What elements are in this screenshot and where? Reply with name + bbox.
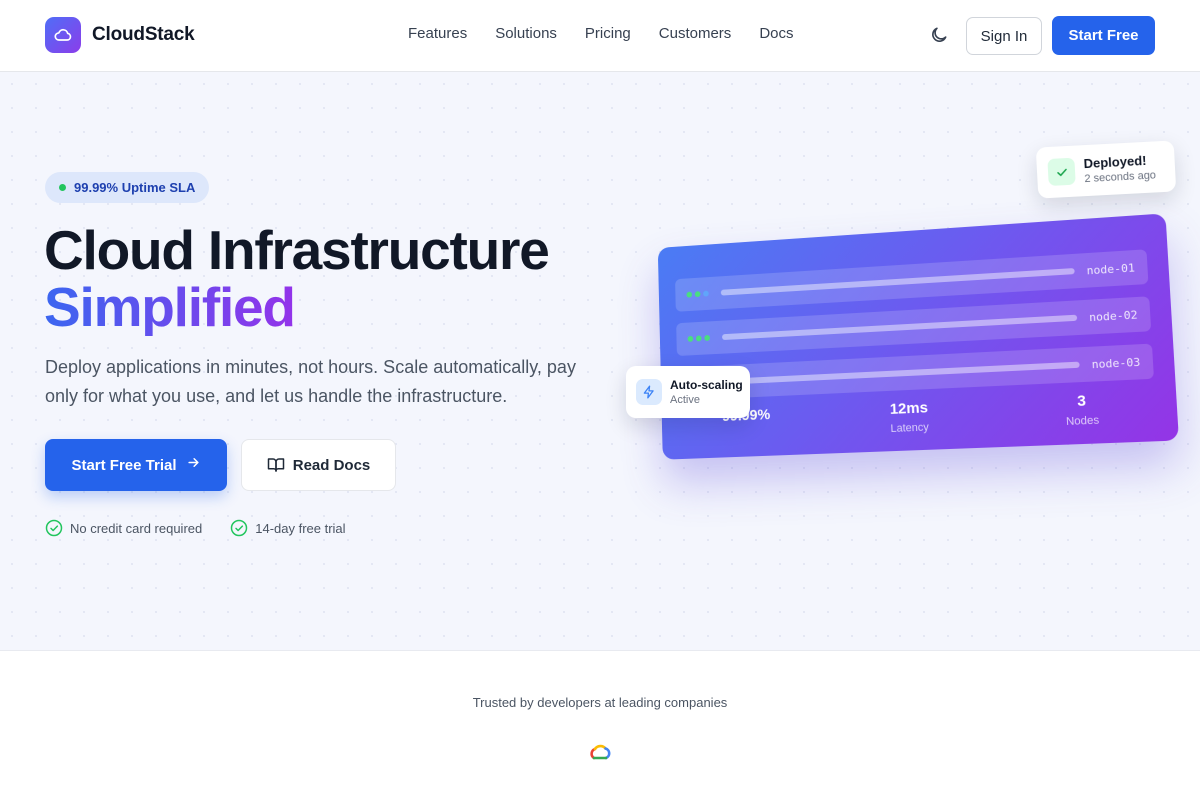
stat-label bbox=[690, 427, 804, 432]
start-free-trial-label: Start Free Trial bbox=[71, 457, 176, 474]
perk-item: No credit card required bbox=[45, 519, 202, 537]
status-dot-icon bbox=[688, 336, 694, 342]
book-open-icon bbox=[267, 456, 285, 474]
status-dot-icon bbox=[59, 184, 66, 191]
node-status-dots bbox=[686, 290, 711, 297]
nav-link-solutions[interactable]: Solutions bbox=[495, 25, 557, 42]
stat-nodes: 3 Nodes bbox=[1019, 390, 1146, 430]
top-navbar: CloudStack Features Solutions Pricing Cu… bbox=[0, 0, 1200, 72]
hero-section: 99.99% Uptime SLA Cloud Infrastructure S… bbox=[0, 72, 1200, 651]
multicolor-cloud-logo-icon bbox=[588, 742, 612, 762]
node-activity-bar bbox=[723, 362, 1079, 385]
read-docs-button[interactable]: Read Docs bbox=[241, 439, 396, 491]
stat-value: 3 bbox=[1019, 390, 1145, 413]
uptime-sla-badge: 99.99% Uptime SLA bbox=[45, 172, 209, 203]
perk-text: No credit card required bbox=[70, 521, 202, 536]
headline-line-1: Cloud Infrastructure bbox=[44, 219, 549, 281]
bolt-icon bbox=[636, 379, 662, 405]
auto-scaling-toast: Auto-scaling Active bbox=[626, 366, 750, 418]
node-name: node-02 bbox=[1089, 308, 1138, 324]
perk-item: 14-day free trial bbox=[230, 519, 345, 537]
check-circle-icon bbox=[45, 519, 63, 537]
status-dot-icon bbox=[695, 291, 701, 297]
toast-title: Auto-scaling bbox=[670, 378, 743, 392]
stat-label: Latency bbox=[850, 420, 970, 437]
toast-title: Deployed! bbox=[1083, 152, 1155, 171]
node-name: node-01 bbox=[1086, 261, 1135, 277]
read-docs-label: Read Docs bbox=[293, 457, 371, 474]
cloud-icon bbox=[45, 17, 81, 53]
node-activity-bar bbox=[721, 268, 1075, 296]
sign-in-button[interactable]: Sign In bbox=[966, 17, 1042, 55]
main-nav-links: Features Solutions Pricing Customers Doc… bbox=[394, 25, 808, 42]
node-name: node-03 bbox=[1091, 355, 1140, 371]
toast-subtitle: 2 seconds ago bbox=[1084, 169, 1156, 185]
infrastructure-dashboard-card: node-01 node-02 node-03 99.99% bbox=[658, 213, 1179, 459]
check-icon bbox=[1047, 158, 1075, 186]
toast-subtitle: Active bbox=[670, 394, 743, 406]
nav-link-customers[interactable]: Customers bbox=[659, 25, 732, 42]
hero-subtitle: Deploy applications in minutes, not hour… bbox=[45, 353, 605, 411]
headline-line-2: Simplified bbox=[44, 279, 295, 336]
moon-icon[interactable] bbox=[929, 25, 949, 45]
arrow-right-icon bbox=[186, 455, 201, 475]
nav-link-features[interactable]: Features bbox=[408, 25, 467, 42]
nav-link-docs[interactable]: Docs bbox=[759, 25, 793, 42]
start-free-button[interactable]: Start Free bbox=[1052, 16, 1155, 55]
stat-value: 12ms bbox=[849, 397, 969, 419]
status-dot-icon bbox=[696, 335, 702, 341]
start-free-trial-button[interactable]: Start Free Trial bbox=[45, 439, 227, 491]
node-activity-bar bbox=[722, 315, 1077, 340]
hero-perks: No credit card required 14-day free tria… bbox=[45, 519, 374, 537]
brand-logo-link[interactable]: CloudStack bbox=[45, 17, 195, 53]
status-dot-icon bbox=[686, 292, 692, 298]
nav-link-pricing[interactable]: Pricing bbox=[585, 25, 631, 42]
trusted-by-text: Trusted by developers at leading compani… bbox=[0, 695, 1200, 710]
deployed-toast: Deployed! 2 seconds ago bbox=[1036, 140, 1176, 198]
hero-headline: Cloud Infrastructure Simplified bbox=[44, 222, 549, 336]
check-circle-icon bbox=[230, 519, 248, 537]
perk-text: 14-day free trial bbox=[255, 521, 345, 536]
stat-latency: 12ms Latency bbox=[849, 397, 970, 436]
status-dot-icon bbox=[704, 335, 710, 341]
stat-label: Nodes bbox=[1020, 412, 1146, 429]
status-dot-icon bbox=[703, 291, 709, 297]
brand-name: CloudStack bbox=[92, 24, 195, 46]
uptime-sla-text: 99.99% Uptime SLA bbox=[74, 180, 195, 195]
node-status-dots bbox=[688, 335, 713, 342]
